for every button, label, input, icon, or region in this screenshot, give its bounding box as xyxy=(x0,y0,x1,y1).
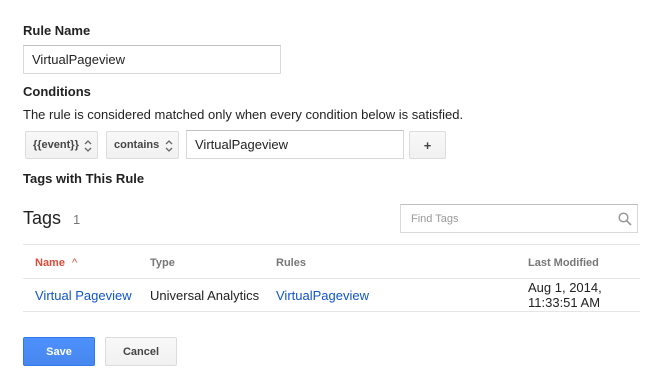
updown-chevrons-icon xyxy=(165,140,173,152)
table-header-divider xyxy=(23,278,640,279)
updown-chevrons-icon xyxy=(84,140,92,152)
tags-count: 1 xyxy=(73,212,81,227)
rule-name-label: Rule Name xyxy=(23,23,91,38)
tag-type: Universal Analytics xyxy=(150,288,260,303)
table-bottom-divider xyxy=(23,311,640,312)
tag-name-link[interactable]: Virtual Pageview xyxy=(35,288,132,303)
rule-name-input[interactable] xyxy=(23,45,281,74)
table-top-divider xyxy=(23,244,640,245)
condition-operator-value: contains xyxy=(114,139,160,151)
condition-operator-select[interactable]: contains xyxy=(106,131,179,159)
column-header-name-label: Name xyxy=(35,257,65,269)
tag-last-modified-time: 11:33:51 AM xyxy=(528,295,601,310)
column-header-name[interactable]: Name ^ xyxy=(35,257,77,269)
tags-title: Tags xyxy=(23,208,62,228)
column-header-type[interactable]: Type xyxy=(150,257,175,269)
condition-variable-select[interactable]: {{event}} xyxy=(25,131,98,159)
cancel-button[interactable]: Cancel xyxy=(105,337,177,366)
tag-last-modified: Aug 1, 2014, 11:33:51 AM xyxy=(528,280,602,310)
column-header-rules[interactable]: Rules xyxy=(276,257,306,269)
add-condition-button[interactable]: + xyxy=(409,131,446,159)
tag-last-modified-date: Aug 1, 2014, xyxy=(528,280,602,295)
sort-ascending-icon: ^ xyxy=(72,257,78,269)
condition-value-input[interactable] xyxy=(186,130,404,159)
conditions-description: The rule is considered matched only when… xyxy=(23,107,464,122)
conditions-label: Conditions xyxy=(23,84,91,99)
tags-with-rule-label: Tags with This Rule xyxy=(23,171,145,186)
condition-variable-value: {{event}} xyxy=(33,139,79,151)
column-header-last-modified[interactable]: Last Modified xyxy=(528,257,599,269)
save-button[interactable]: Save xyxy=(23,337,95,366)
search-icon[interactable] xyxy=(618,212,632,226)
find-tags-input[interactable] xyxy=(400,204,638,233)
tag-rules-link[interactable]: VirtualPageview xyxy=(276,288,369,303)
